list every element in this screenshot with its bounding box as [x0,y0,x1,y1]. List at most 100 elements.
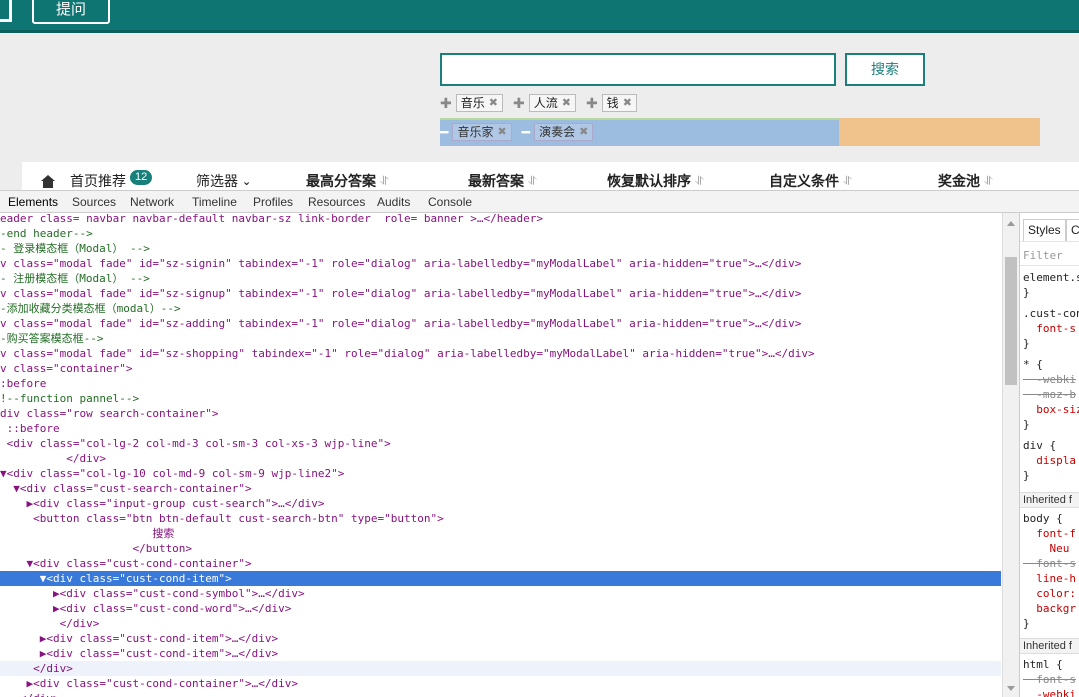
dom-node-line[interactable]: -添加收藏分类模态框（modal）--> [0,301,1001,316]
dom-node-line[interactable]: !--function pannel--> [0,391,1001,406]
dom-node-line[interactable]: v class="modal fade" id="sz-signup" tabi… [0,286,1001,301]
dom-node-line[interactable]: 搜索 [0,526,1001,541]
style-rule-line[interactable]: } [1023,617,1030,631]
tab-console[interactable]: Console [428,195,472,209]
style-rule-line[interactable]: font-s [1023,673,1076,687]
tab-sources[interactable]: Sources [72,195,116,209]
dom-node-line[interactable]: ▼<div class="cust-cond-item"> [0,571,1001,586]
dom-node-line[interactable]: <div class="col-lg-2 col-md-3 col-sm-3 c… [0,436,1001,451]
dom-node-line[interactable]: <button class="btn btn-default cust-sear… [0,511,1001,526]
nav-default-sort[interactable]: 恢复默认排序 ⥯ [607,171,704,190]
close-icon[interactable]: ✖ [623,95,632,111]
style-rule-line[interactable]: } [1023,286,1030,300]
dom-node-line[interactable]: v class="modal fade" id="sz-signin" tabi… [0,256,1001,271]
tab-audits[interactable]: Audits [377,195,410,209]
search-button[interactable]: 搜索 [845,53,925,86]
dom-node-line[interactable]: -end header--> [0,226,1001,241]
style-rule-line[interactable]: } [1023,337,1030,351]
dom-node-line[interactable]: - 注册模态框（Modal） --> [0,271,1001,286]
dom-node-line[interactable]: </div> [0,691,1001,697]
style-rule-line[interactable]: -webki [1023,688,1076,697]
dom-node-line[interactable]: ▼<div class="col-lg-10 col-md-9 col-sm-9… [0,466,1001,481]
search-input[interactable] [440,53,836,86]
plus-icon[interactable]: ✚ [586,95,598,112]
tab-resources[interactable]: Resources [308,195,365,209]
plus-icon[interactable]: ✚ [513,95,525,112]
style-rule-line[interactable]: font-f [1023,527,1076,541]
dom-node-line[interactable]: v class="container"> [0,361,1001,376]
dom-node-line[interactable]: </div> [0,616,1001,631]
elements-scrollbar[interactable] [1002,213,1019,697]
dom-node-line[interactable]: - 登录模态框（Modal） --> [0,241,1001,256]
dom-node-line[interactable]: </div> [0,661,1001,676]
home-icon [40,174,56,188]
close-icon[interactable]: ✖ [579,124,588,140]
tag-chip[interactable]: 音乐 ✖ [455,94,503,112]
nav-filter[interactable]: 筛选器 ⌄ [196,171,251,190]
nav-bounty[interactable]: 奖金池 ⥯ [938,171,993,190]
dom-node-line[interactable]: :before [0,376,1001,391]
dom-node-line[interactable]: v class="modal fade" id="sz-adding" tabi… [0,316,1001,331]
style-rule-line[interactable]: Neu [1023,542,1069,556]
tag-chip[interactable]: 人流 ✖ [528,94,576,112]
tag-chip[interactable]: 钱 ✖ [601,94,637,112]
keyword-tag: ✚ 人流 ✖ [513,94,576,112]
dom-node-line[interactable]: -购买答案模态框--> [0,331,1001,346]
dom-node-line[interactable]: ▼<div class="cust-search-container"> [0,481,1001,496]
style-rule-line[interactable]: line-h [1023,572,1076,586]
style-rule-line[interactable]: div { [1023,439,1056,453]
nav-newest[interactable]: 最新答案 ⥯ [468,171,537,190]
style-rule-line[interactable]: html { [1023,658,1063,672]
tab-timeline[interactable]: Timeline [192,195,237,209]
style-rule-line[interactable]: font-s [1023,557,1076,571]
dom-node-line[interactable]: ▶<div class="cust-cond-item">…</div> [0,646,1001,661]
dom-node-line[interactable]: ▶<div class="cust-cond-item">…</div> [0,631,1001,646]
logo-icon[interactable] [0,0,12,22]
style-rule-line[interactable]: color: [1023,587,1076,601]
styles-filter-input[interactable]: Filter [1023,249,1063,263]
dom-node-line[interactable]: ▼<div class="cust-cond-container"> [0,556,1001,571]
tab-network[interactable]: Network [130,195,174,209]
dom-node-line[interactable]: ::before [0,421,1001,436]
plus-icon[interactable]: ✚ [440,95,452,112]
nav-top-score[interactable]: 最高分答案 ⥯ [306,171,389,190]
style-rule-line[interactable]: box-siz [1023,403,1079,417]
style-rule-line[interactable]: * { [1023,358,1043,372]
close-icon[interactable]: ✖ [489,95,498,111]
tag-chip[interactable]: 演奏会 ✖ [534,123,594,141]
tab-elements[interactable]: Elements [8,195,58,209]
style-rule-line[interactable]: displa [1023,454,1076,468]
dom-node-line[interactable]: v class="modal fade" id="sz-shopping" ta… [0,346,1001,361]
style-rule-line[interactable]: -moz-b [1023,388,1076,402]
dom-node-line[interactable]: eader class= navbar navbar-default navba… [0,213,1001,226]
scroll-thumb[interactable] [1005,257,1017,385]
style-rule-line[interactable]: } [1023,469,1030,483]
tag-chip[interactable]: 音乐家 ✖ [452,123,512,141]
style-rule-line[interactable]: -webki [1023,373,1076,387]
minus-icon[interactable]: ━ [522,124,530,141]
dom-node-line[interactable]: ▶<div class="cust-cond-container">…</div… [0,676,1001,691]
style-rule-line[interactable]: font-s [1023,322,1076,336]
close-icon[interactable]: ✖ [497,124,506,140]
tab-computed[interactable]: Co [1066,219,1079,241]
style-rule-line[interactable]: .cust-con [1023,307,1079,321]
dom-node-line[interactable]: ▶<div class="input-group cust-search">…<… [0,496,1001,511]
tab-styles[interactable]: Styles [1023,219,1066,241]
dom-node-line[interactable]: </button> [0,541,1001,556]
minus-icon[interactable]: ━ [440,124,448,141]
style-rule-line[interactable]: body { [1023,512,1063,526]
dom-node-line[interactable]: </div> [0,451,1001,466]
dom-node-line[interactable]: div class="row search-container"> [0,406,1001,421]
ask-button[interactable]: 提问 [32,0,110,24]
style-rule-line[interactable]: element.s [1023,271,1079,285]
dom-node-line[interactable]: ▶<div class="cust-cond-symbol">…</div> [0,586,1001,601]
dom-node-line[interactable]: ▶<div class="cust-cond-word">…</div> [0,601,1001,616]
nav-home[interactable]: 首页推荐 12 [40,169,153,190]
style-rule-line[interactable]: backgr [1023,602,1076,616]
scroll-down-icon[interactable] [1007,686,1015,691]
style-rule-line[interactable]: } [1023,418,1030,432]
scroll-up-icon[interactable] [1007,221,1015,226]
close-icon[interactable]: ✖ [562,95,571,111]
nav-custom[interactable]: 自定义条件 ⥯ [769,171,852,190]
tab-profiles[interactable]: Profiles [253,195,293,209]
